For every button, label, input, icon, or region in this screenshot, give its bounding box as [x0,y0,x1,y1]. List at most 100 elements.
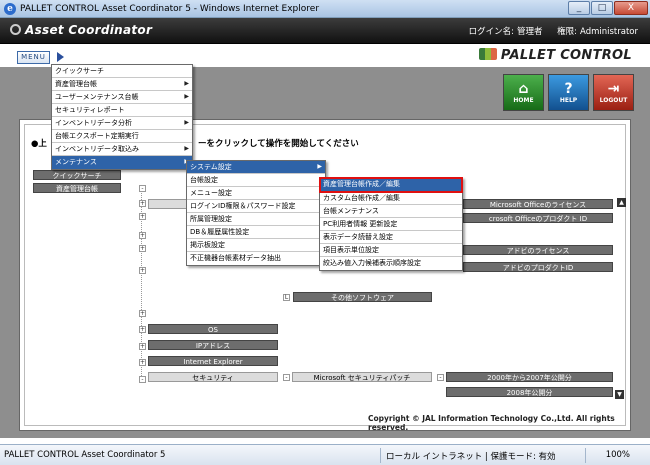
help-icon: ? [564,81,573,97]
tree-toggle[interactable]: - [139,185,146,192]
menu-item-label: 資産管理台帳 [55,80,97,88]
menu-arrow-icon[interactable] [57,52,64,62]
tree-toggle[interactable]: - [283,374,290,381]
tree-node-ms-office-product-id[interactable]: crosoft Officeのプロダクト ID [463,213,613,223]
instruction-text: ーをクリックして操作を開始してください [198,139,359,149]
menu-item-inventory-analysis[interactable]: インベントリデータ分析 ▶ [52,117,192,130]
close-button[interactable]: X [614,1,648,15]
logout-button[interactable]: ⇥ LOGOUT [593,74,634,111]
tree-toggle[interactable]: - [437,374,444,381]
menu-item-label: DB＆履歴属性設定 [190,228,250,236]
home-button[interactable]: ⌂ HOME [503,74,544,111]
tree-toggle[interactable]: + [139,343,146,350]
app-name: Asset Coordinator [25,23,153,37]
menu-item-system-settings[interactable]: システム設定 ▶ [187,161,325,174]
tree-node-security[interactable]: セキュリティ [148,372,278,382]
menu-item-display-replace[interactable]: 表示データ読替え設定 [320,231,462,244]
menu-item-label: メンテナンス [55,158,97,166]
maximize-button[interactable]: □ [591,1,613,15]
tree-node-adobe-license[interactable]: アドビのライセンス [463,245,613,255]
tree-node-ms-patch[interactable]: Microsoft セキュリティパッチ [292,372,432,382]
menu-item-display-unit[interactable]: 項目表示単位設定 [320,244,462,257]
menu-item-asset-ledger-create[interactable]: 資産管理台帳作成／編集 [319,177,463,193]
nav-buttons: ⌂ HOME ? HELP ⇥ LOGOUT [503,74,634,111]
menu-item-security-report[interactable]: セキュリティレポート [52,104,192,117]
tree-toggle[interactable]: + [139,310,146,317]
submenu-arrow-icon: ▶ [184,119,189,126]
submenu-arrow-icon: ▶ [184,80,189,87]
home-label: HOME [513,97,534,104]
menu-item-user-maintenance[interactable]: ユーザーメンテナンス台帳 ▶ [52,91,192,104]
menu-item-custom-ledger-create[interactable]: カスタム台帳作成／編集 [320,192,462,205]
tree-node-ms-office-license[interactable]: Microsoft Officeのライセンス [463,199,613,209]
menu-item-pc-user-update[interactable]: PC利用者情報 更新設定 [320,218,462,231]
tree-node-quick-search[interactable]: クイックサーチ [33,170,121,180]
tree-node-patch-2000-2007[interactable]: 2000年から2007年公開分 [446,372,613,382]
menu-item-label: 台帳エクスポート定期実行 [55,132,139,140]
login-value: 管理者 [516,27,543,37]
login-info: ログイン名: 管理者 権限: Administrator [466,25,638,37]
help-label: HELP [559,97,578,104]
help-button[interactable]: ? HELP [548,74,589,111]
menu-item-quick-search[interactable]: クイックサーチ [52,65,192,78]
menu-item-label: 掲示板設定 [190,241,225,249]
tree-toggle[interactable]: + [139,245,146,252]
menu-item-db-history[interactable]: DB＆履歴属性設定 [187,226,325,239]
menu-item-ledger-export[interactable]: 台帳エクスポート定期実行 [52,130,192,143]
zoom-level[interactable]: 100% [606,450,630,460]
status-text: PALLET CONTROL Asset Coordinator 5 [4,450,166,460]
brand-logo: PALLET CONTROL [478,48,632,63]
menu-item-label: ユーザーメンテナンス台帳 [55,93,139,101]
scroll-down-icon[interactable]: ▼ [615,390,624,399]
menu-item-ledger-settings[interactable]: 台帳設定 [187,174,325,187]
security-zone[interactable]: ローカル イントラネット | 保護モード: 有効 [386,450,556,462]
tree-node-ie[interactable]: Internet Explorer [148,356,278,366]
tree-toggle[interactable]: - [139,376,146,383]
scroll-up-icon[interactable]: ▲ [617,198,626,207]
menu-item-label: メニュー設定 [190,189,232,197]
menu-item-label: クイックサーチ [55,67,104,75]
main-menu: クイックサーチ 資産管理台帳 ▶ ユーザーメンテナンス台帳 ▶ セキュリティレポート… [51,64,193,170]
menu-item-department-settings[interactable]: 所属管理設定 [187,213,325,226]
home-icon: ⌂ [518,81,529,97]
role-label: 権限: [557,27,578,37]
tree-toggle[interactable]: + [139,267,146,274]
menu-item-menu-settings[interactable]: メニュー設定 [187,187,325,200]
tree-toggle[interactable]: + [139,200,146,207]
menu-item-ledger-maintenance[interactable]: 台帳メンテナンス [320,205,462,218]
tree-node-os[interactable]: OS [148,324,278,334]
tree-node-adobe-product-id[interactable]: アドビのプロダクトID [463,262,613,272]
menu-item-asset-ledger[interactable]: 資産管理台帳 ▶ [52,78,192,91]
menu-item-filter-order[interactable]: 絞込み値入力候補表示順序設定 [320,257,462,270]
brand-mark-icon [478,48,497,60]
menu-item-label: 所属管理設定 [190,215,232,223]
menu-item-label: 項目表示単位設定 [323,246,379,254]
tree-node-ip-address[interactable]: IPアドレス [148,340,278,350]
menu-item-label: PC利用者情報 更新設定 [323,220,398,228]
menu-item-maintenance[interactable]: メンテナンス▶ [52,156,192,169]
logout-label: LOGOUT [599,97,628,104]
tree-toggle[interactable]: + [139,213,146,220]
tree-leaf-connector: L [283,294,290,301]
brand-name: PALLET CONTROL [500,48,632,63]
menu-item-bulletin-settings[interactable]: 掲示板設定 [187,239,325,252]
submenu-arrow-icon: ▶ [184,93,189,100]
minimize-button[interactable]: _ [568,1,590,15]
menu-item-inventory-import[interactable]: インベントリデータ取込み ▶ [52,143,192,156]
browser-title-bar: e PALLET CONTROL Asset Coordinator 5 - W… [0,0,650,18]
tree-node-other-software[interactable]: その他ソフトウェア [293,292,432,302]
submenu-arrow-icon: ▶ [184,145,189,152]
menu-button[interactable]: MENU [17,51,50,64]
tree-toggle[interactable]: + [139,359,146,366]
menu-item-login-permission[interactable]: ログインID権限＆パスワード設定 [187,200,325,213]
tree-toggle[interactable]: + [139,232,146,239]
tree-toggle[interactable]: + [139,326,146,333]
tree-node-stub[interactable] [148,199,188,209]
tree-node-patch-2008[interactable]: 2008年公開分 [446,387,613,397]
tree-node-asset-ledger[interactable]: 資産管理台帳 [33,183,121,193]
menu-item-unauthorized-device[interactable]: 不正機器台帳素材データ抽出 [187,252,325,265]
menu-item-label: セキュリティレポート [55,106,125,114]
role-value: Administrator [580,27,638,37]
ie-logo-icon: e [4,2,16,15]
menu-item-label: 不正機器台帳素材データ抽出 [190,254,281,262]
